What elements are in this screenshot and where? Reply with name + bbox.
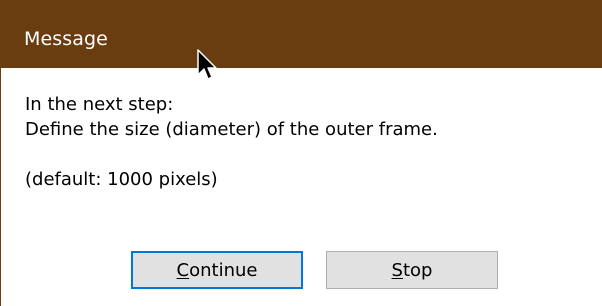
stop-button[interactable]: Stop xyxy=(326,251,498,289)
message-body: In the next step: Define the size (diame… xyxy=(25,92,438,192)
message-line-2: Define the size (diameter) of the outer … xyxy=(25,119,438,140)
title-bar[interactable]: Message xyxy=(1,0,602,68)
stop-button-label: Stop xyxy=(392,260,433,281)
continue-mnemonic: C xyxy=(176,259,190,281)
arrow-cursor-icon xyxy=(197,49,217,80)
continue-button[interactable]: Continue xyxy=(131,251,303,289)
window-title: Message xyxy=(24,28,108,50)
continue-button-label: Continue xyxy=(177,260,258,281)
message-line-3: (default: 1000 pixels) xyxy=(25,169,218,190)
message-line-1: In the next step: xyxy=(25,94,174,115)
stop-label-rest: top xyxy=(402,259,433,281)
message-dialog: Message In the next step: Define the siz… xyxy=(0,0,602,306)
continue-label-rest: ontinue xyxy=(189,259,258,281)
stop-mnemonic: S xyxy=(391,259,403,281)
